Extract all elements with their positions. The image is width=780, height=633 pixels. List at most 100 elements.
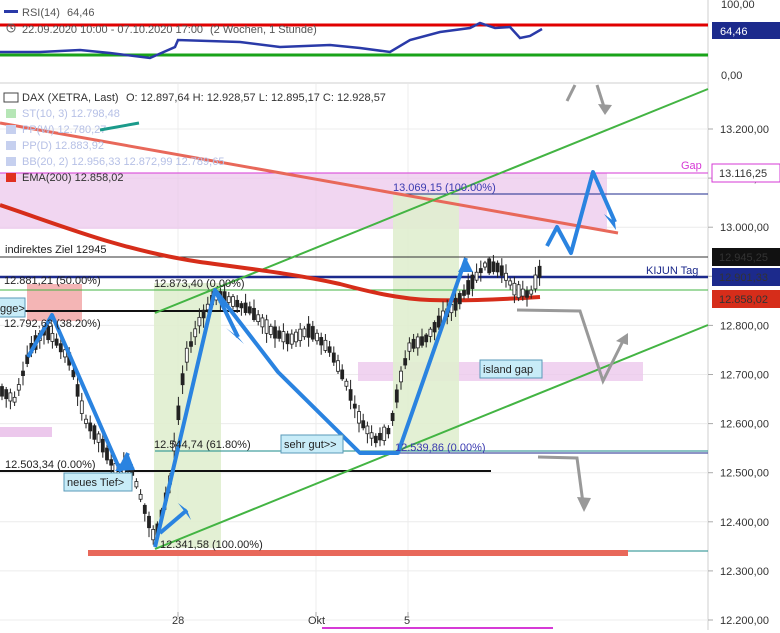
candle-body	[184, 347, 189, 363]
legend-swatch	[6, 125, 16, 134]
candle-body	[470, 274, 475, 289]
candle-body	[310, 326, 315, 340]
candle-body	[260, 317, 265, 328]
candle-body	[415, 336, 420, 349]
candle-body	[289, 333, 294, 345]
candle-body	[105, 447, 109, 461]
y-tick-label: 12.400,00	[720, 517, 769, 529]
candle-body	[16, 384, 21, 391]
candle-body	[197, 316, 202, 327]
rsi-tick-100: 100,00	[721, 0, 755, 11]
candle-body	[277, 330, 282, 339]
candle-body	[487, 258, 492, 274]
candle-body	[478, 268, 483, 274]
candle-body	[352, 403, 357, 409]
dax-chart: RSI(14) 64,46 22.09.2020 10:00 - 07.10.2…	[0, 0, 780, 630]
candle-body	[382, 426, 387, 441]
rsi-period-detail: (2 Wochen, 1 Stunde)	[210, 24, 317, 36]
candle-body	[424, 334, 429, 343]
candle-body	[189, 341, 193, 347]
candle-body	[243, 302, 248, 313]
callout-island-gap: island gap	[479, 359, 543, 379]
candle-body	[12, 396, 17, 403]
arrowhead-icon	[577, 497, 591, 512]
grey-arrow-down	[537, 455, 585, 504]
candle-body	[306, 323, 311, 338]
candle-body	[516, 284, 521, 299]
candle-body	[420, 336, 424, 346]
price-badge-text-gap: 13.116,25	[719, 168, 767, 180]
candle-body	[180, 373, 185, 386]
candle-body	[138, 493, 143, 500]
candle-body	[336, 360, 340, 372]
ohlc-readout: O: 12.897,64 H: 12.928,57 L: 12.895,17 C…	[126, 92, 386, 104]
candle-body	[327, 346, 332, 353]
price-badge-text-ema: 12.858,02	[719, 294, 768, 306]
legend-swatch	[6, 157, 16, 166]
callout-island-text: island gap	[483, 364, 533, 376]
legend-item-label: ST(10, 3) 12.798,48	[22, 108, 120, 120]
candle-body	[100, 438, 105, 453]
y-tick-label: 12.700,00	[720, 370, 769, 382]
candle-body	[474, 271, 479, 281]
candle-body	[50, 332, 55, 342]
candle-body	[525, 290, 529, 298]
candle-body	[193, 328, 198, 338]
price-legend: DAX (XETRA, Last) O: 12.897,64 H: 12.928…	[3, 92, 386, 184]
legend-swatch	[6, 109, 16, 118]
rsi-value-badge-text: 64,46	[720, 26, 748, 38]
candle-body	[512, 282, 517, 296]
callout-good-text: sehr gut>>	[284, 439, 337, 451]
candle-body	[319, 337, 324, 346]
candle-body	[344, 380, 349, 387]
left-pink-zone	[0, 427, 52, 437]
candle-body	[436, 315, 441, 328]
candle-body	[340, 369, 345, 380]
fib-618-label: 12.544,74 (61.80%)	[154, 439, 251, 451]
rsi-legend: RSI(14) 64,46 22.09.2020 10:00 - 07.10.2…	[4, 7, 317, 36]
callout-left-text: gge>	[0, 303, 25, 315]
candle-body	[462, 290, 466, 296]
candle-body	[432, 322, 437, 333]
candle-body	[285, 333, 290, 345]
candle-body	[79, 400, 84, 414]
fib-100-top-label: 13.069,15 (100.00%)	[393, 182, 496, 194]
price-panel: DAX (XETRA, Last) O: 12.897,64 H: 12.928…	[0, 84, 780, 629]
price-badge-text-close: 12.945,25	[719, 252, 768, 264]
callout-left: gge>	[0, 297, 26, 318]
target-label: indirektes Ziel 12945	[5, 244, 107, 256]
candle-body	[247, 306, 252, 314]
candle-body	[504, 272, 508, 281]
fib-100-low-label: 12.341,58 (100.00%)	[160, 539, 263, 551]
candle-body	[134, 481, 139, 488]
legend-swatch	[6, 173, 16, 182]
candle-body	[399, 370, 403, 383]
y-tick-label: 12.300,00	[720, 566, 769, 578]
candle-body	[281, 331, 286, 343]
candle-body	[357, 411, 361, 424]
candle-body	[394, 389, 399, 403]
candle-body	[142, 504, 147, 514]
grey-arrow-top-left	[565, 84, 577, 102]
fib-38-label: 12.792,63 (38.20%)	[4, 318, 101, 330]
candle-body	[58, 343, 63, 353]
candle-body	[483, 262, 487, 268]
candle-body	[508, 280, 513, 286]
callout-new-low-text: neues Tief>	[67, 477, 124, 489]
candle-body	[294, 331, 298, 343]
candle-body	[411, 338, 416, 349]
candle-body	[231, 296, 235, 307]
candle-body	[302, 328, 307, 338]
candle-body	[273, 326, 277, 339]
legend-item-label: BB(20, 2) 12.956,33 12.872,99 12.789,65	[22, 156, 224, 168]
legend-item-label: PP(W) 12.780,27	[22, 124, 106, 136]
candle-body	[466, 280, 471, 295]
candle-body	[361, 420, 366, 429]
fib-50-label: 12.881,21 (50.00%)	[4, 275, 101, 287]
candle-body	[151, 529, 156, 541]
price-badges: 13.116,25 12.945,25 12.901,33 12.858,02	[711, 163, 780, 308]
candle-body	[109, 459, 114, 466]
x-tick-marks	[177, 612, 409, 617]
candle-body	[4, 389, 9, 400]
candle-body	[365, 425, 370, 435]
